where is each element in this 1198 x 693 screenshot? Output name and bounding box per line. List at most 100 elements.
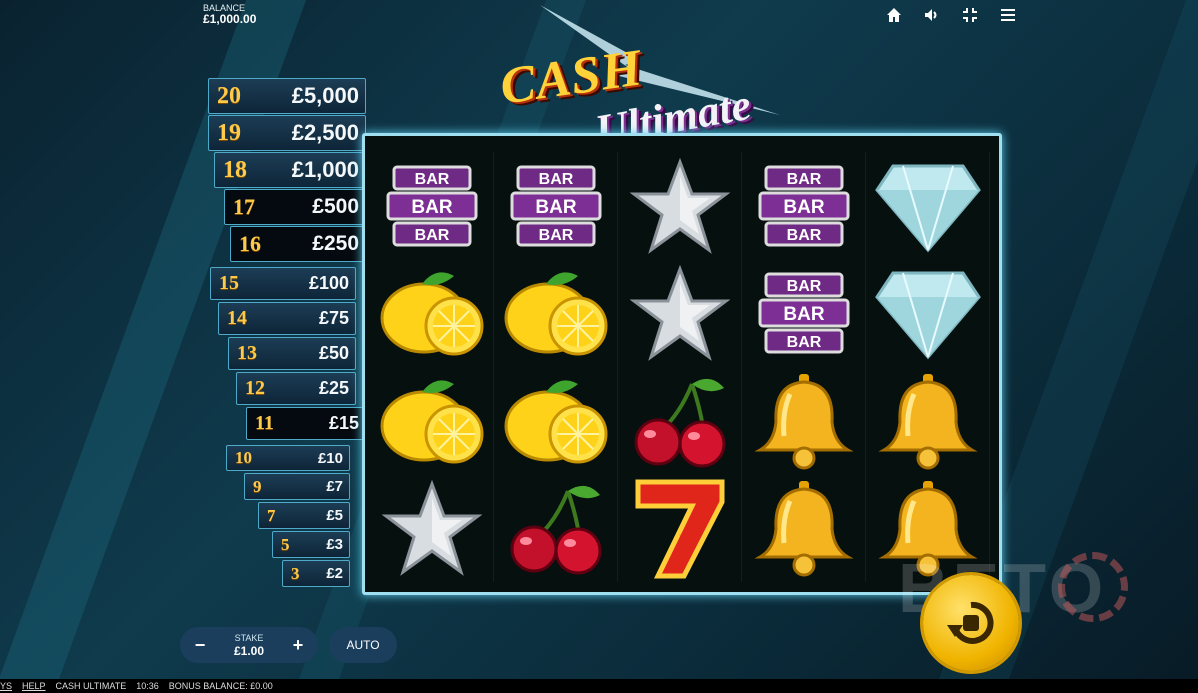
reel-cell: BAR BAR BAR [370, 152, 494, 260]
chip-watermark-icon [1058, 552, 1128, 622]
bar-symbol-icon: BAR BAR BAR [758, 165, 849, 247]
ladder-prize: £10 [317, 449, 343, 467]
volume-icon[interactable] [922, 6, 942, 26]
ladder-level: 15 [219, 272, 239, 294]
ladder-level: 20 [217, 82, 241, 109]
ladder-rung: 14 £75 [218, 302, 356, 335]
home-icon[interactable] [884, 6, 904, 26]
svg-text:BAR: BAR [786, 278, 821, 295]
ladder-prize: £5 [326, 507, 343, 524]
bonus-balance: BONUS BALANCE: £0.00 [168, 681, 273, 691]
reel-cell [494, 259, 618, 367]
stake-decrease-button[interactable]: − [188, 635, 212, 656]
bar-symbol-icon: BAR BAR BAR [758, 272, 849, 354]
reel-cell [618, 152, 742, 260]
bell-symbol-icon [877, 373, 978, 470]
ladder-rung: 20 £5,000 [208, 78, 366, 114]
help-link[interactable]: HELP [22, 681, 46, 691]
ladder-prize: £5,000 [291, 83, 359, 108]
stake-value: £1.00 [233, 644, 265, 658]
autoplay-button[interactable]: AUTO [329, 627, 397, 663]
ladder-rung: 16 £250 [230, 226, 366, 262]
ladder-rung: 17 £500 [224, 189, 366, 225]
reel-cell [370, 474, 494, 582]
ladder-rung: 7 £5 [258, 502, 350, 529]
svg-text:BAR: BAR [783, 304, 824, 325]
balance-value: £1,000.00 [203, 12, 257, 26]
ladder-prize: £25 [318, 378, 349, 398]
bar-symbol-icon: BAR BAR BAR [386, 165, 477, 247]
cherry-symbol-icon [634, 378, 725, 468]
seven-symbol-icon: 7 [635, 479, 724, 579]
cherry-symbol-icon [510, 486, 601, 575]
reel-cell [742, 367, 866, 475]
svg-text:7: 7 [679, 535, 680, 537]
svg-text:BAR: BAR [538, 171, 573, 188]
reel-cell: BAR BAR BAR [742, 259, 866, 367]
ladder-rung: 9 £7 [244, 473, 350, 500]
ladder-prize: £2,500 [291, 120, 359, 145]
svg-text:BAR: BAR [786, 334, 821, 351]
ways-link[interactable]: YS [0, 681, 12, 691]
lemon-symbol-icon [380, 380, 483, 464]
reel-cell [866, 367, 990, 475]
reel-grid: BAR BAR BAR BAR BAR BAR BAR BAR BAR BAR … [370, 152, 990, 582]
ladder-prize: £100 [308, 273, 349, 293]
reel-cell [618, 367, 742, 475]
ladder-level: 3 [291, 563, 300, 583]
game-logo: CASH Ultimate [497, 5, 810, 155]
ladder-level: 10 [235, 448, 252, 467]
svg-text:BAR: BAR [786, 227, 821, 244]
svg-text:BAR: BAR [783, 197, 824, 218]
ladder-rung: 11 £15 [246, 407, 366, 440]
ladder-prize: £1,000 [291, 157, 359, 182]
star-symbol-icon [381, 480, 482, 577]
svg-text:BAR: BAR [411, 197, 452, 218]
top-toolbar [884, 6, 1018, 26]
ladder-level: 5 [281, 534, 290, 554]
ladder-level: 19 [217, 119, 241, 146]
ladder-level: 7 [267, 505, 276, 525]
ladder-rung: 10 £10 [226, 445, 350, 471]
ladder-prize: £15 [328, 413, 359, 433]
reel-cell [742, 474, 866, 582]
bar-symbol-icon: BAR BAR BAR [510, 165, 601, 247]
ladder-level: 13 [237, 342, 257, 364]
stake-display: STAKE £1.00 [234, 632, 264, 658]
stake-control: − STAKE £1.00 + [180, 627, 318, 663]
ladder-level: 11 [255, 412, 274, 434]
star-symbol-icon [629, 265, 730, 362]
ladder-prize: £3 [326, 536, 343, 553]
ladder-level: 18 [223, 156, 247, 183]
ladder-prize: £250 [312, 232, 359, 255]
reel-cell: BAR BAR BAR [494, 152, 618, 260]
diamond-symbol-icon [874, 164, 981, 253]
game-name: CASH ULTIMATE [55, 681, 127, 691]
bell-symbol-icon [753, 481, 854, 577]
ladder-level: 16 [239, 231, 261, 256]
ladder-prize: £500 [312, 195, 359, 218]
reel-cell [866, 259, 990, 367]
svg-text:BAR: BAR [414, 227, 449, 244]
ladder-rung: 18 £1,000 [214, 152, 366, 188]
lemon-symbol-icon [504, 272, 607, 356]
ladder-prize: £50 [318, 343, 349, 363]
reel-cell [494, 474, 618, 582]
reel-cell: 7 [618, 474, 742, 582]
ladder-level: 12 [245, 377, 265, 399]
ladder-rung: 13 £50 [228, 337, 356, 370]
ladder-rung: 12 £25 [236, 372, 356, 405]
fullscreen-icon[interactable] [960, 6, 980, 26]
diamond-symbol-icon [874, 271, 981, 360]
spin-button[interactable] [923, 575, 1019, 671]
ladder-prize: £75 [318, 308, 349, 328]
reel-cell: BAR BAR BAR [742, 152, 866, 260]
ladder-level: 14 [227, 307, 247, 329]
ladder-level: 9 [253, 476, 262, 496]
menu-icon[interactable] [998, 6, 1018, 26]
ladder-prize: £2 [326, 565, 343, 582]
reel-cell [370, 367, 494, 475]
star-symbol-icon [629, 157, 730, 254]
stake-increase-button[interactable]: + [286, 635, 310, 656]
svg-text:BAR: BAR [535, 197, 576, 218]
